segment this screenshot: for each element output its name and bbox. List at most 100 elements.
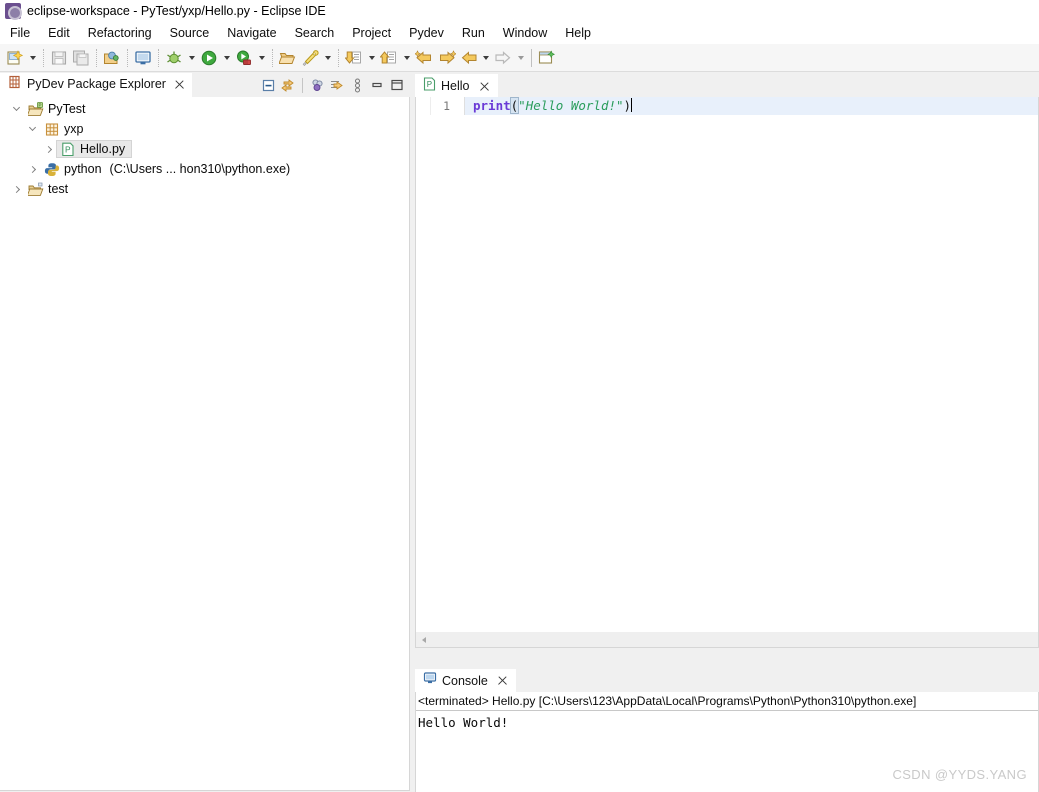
- editor-stack: P Hello 1 print("Hello World!"): [415, 73, 1039, 661]
- debug-dropdown-arrow-icon[interactable]: [185, 47, 198, 69]
- tree-item-hit-area[interactable]: PPyTest: [24, 100, 93, 118]
- filter-members-icon[interactable]: [307, 75, 327, 95]
- tab-pydev-package-explorer[interactable]: PyDev Package Explorer: [0, 73, 192, 97]
- code-text[interactable]: print("Hello World!"): [465, 97, 1038, 115]
- menu-refactoring[interactable]: Refactoring: [79, 24, 161, 42]
- previous-annotation-arrow-icon[interactable]: [400, 47, 413, 69]
- next-annotation-icon[interactable]: [343, 47, 365, 69]
- python-project-icon: P: [27, 101, 44, 117]
- python-file-icon: P: [423, 77, 436, 96]
- tree-item-hit-area[interactable]: PHello.py: [56, 140, 132, 158]
- menu-edit[interactable]: Edit: [39, 24, 79, 42]
- menu-window[interactable]: Window: [494, 24, 556, 42]
- toolbar-separator: [302, 78, 303, 93]
- close-icon[interactable]: [173, 78, 186, 91]
- watermark: CSDN @YYDS.YANG: [892, 767, 1027, 782]
- editor-tab-bar: P Hello: [415, 73, 1039, 97]
- tree-item-hit-area[interactable]: python(C:\Users ... hon310\python.exe): [40, 160, 297, 178]
- forward-icon[interactable]: [492, 47, 514, 69]
- eclipse-ide-window: eclipse-workspace - PyTest/yxp/Hello.py …: [0, 0, 1039, 792]
- next-annotation-arrow-icon[interactable]: [365, 47, 378, 69]
- new-wizard-dropdown-arrow-icon[interactable]: [26, 47, 39, 69]
- tree-item-hit-area[interactable]: yxp: [40, 120, 90, 138]
- toolbar-separator: [127, 49, 128, 67]
- tree-item-label: python: [64, 161, 102, 177]
- next-edit-location-icon[interactable]: [435, 47, 457, 69]
- chevron-right-icon[interactable]: [8, 180, 24, 198]
- title-bar: eclipse-workspace - PyTest/yxp/Hello.py …: [0, 0, 1039, 22]
- close-icon[interactable]: [496, 674, 509, 687]
- focus-on-active-task-icon[interactable]: [327, 75, 347, 95]
- tree-item-hello-py[interactable]: PHello.py: [0, 139, 409, 159]
- debug-icon[interactable]: [163, 47, 185, 69]
- chevron-right-icon[interactable]: [24, 160, 40, 178]
- previous-annotation-icon[interactable]: [378, 47, 400, 69]
- tab-console[interactable]: Console: [415, 669, 516, 692]
- tree-item-python[interactable]: python(C:\Users ... hon310\python.exe): [0, 159, 409, 179]
- coverage-icon[interactable]: [233, 47, 255, 69]
- menu-file[interactable]: File: [0, 24, 39, 42]
- back-dropdown-arrow-icon[interactable]: [479, 47, 492, 69]
- tree-item-label: yxp: [64, 121, 83, 137]
- chevron-down-icon[interactable]: [24, 120, 40, 138]
- last-edit-location-icon[interactable]: [413, 47, 435, 69]
- package-explorer-tree[interactable]: PPyTest yxp PHello.py python(C:\Users ... h…: [0, 97, 410, 791]
- open-console-icon[interactable]: [132, 47, 154, 69]
- menu-bar: FileEditRefactoringSourceNavigateSearchP…: [0, 22, 1039, 44]
- chevron-down-icon[interactable]: [8, 100, 24, 118]
- editor-tab-label: Hello: [441, 79, 470, 93]
- open-resource-icon[interactable]: [277, 47, 299, 69]
- eclipse-icon: [5, 3, 21, 19]
- pydev-package-icon[interactable]: [299, 47, 321, 69]
- new-wizard-icon[interactable]: [4, 47, 26, 69]
- menu-pydev[interactable]: Pydev: [400, 24, 453, 42]
- save-icon[interactable]: [48, 47, 70, 69]
- coverage-dropdown-arrow-icon[interactable]: [255, 47, 268, 69]
- annotation-ruler[interactable]: [416, 97, 431, 115]
- menu-help[interactable]: Help: [556, 24, 600, 42]
- close-icon[interactable]: [478, 80, 491, 93]
- line-number: 1: [431, 97, 453, 115]
- link-with-editor-icon[interactable]: [278, 75, 298, 95]
- menu-navigate[interactable]: Navigate: [218, 24, 285, 42]
- console-icon: [423, 671, 437, 690]
- folding-ruler[interactable]: [453, 97, 465, 115]
- tree-item-hit-area[interactable]: test: [24, 180, 75, 198]
- code-editor[interactable]: 1 print("Hello World!"): [415, 97, 1039, 648]
- tree-item-yxp[interactable]: yxp: [0, 119, 409, 139]
- code-token-paren: ): [624, 98, 632, 113]
- menu-source[interactable]: Source: [161, 24, 219, 42]
- toolbar-separator: [272, 49, 273, 67]
- save-all-icon[interactable]: [70, 47, 92, 69]
- tree-item-pytest[interactable]: PPyTest: [0, 99, 409, 119]
- back-icon[interactable]: [457, 47, 479, 69]
- view-menu-icon[interactable]: [347, 75, 367, 95]
- run-icon[interactable]: [198, 47, 220, 69]
- package-explorer-icon: [8, 75, 22, 94]
- menu-search[interactable]: Search: [286, 24, 344, 42]
- tree-item-label: PyTest: [48, 101, 86, 117]
- editor-and-console-area: P Hello 1 print("Hello World!"): [412, 73, 1039, 792]
- pydev-dropdown-arrow-icon[interactable]: [321, 47, 334, 69]
- scroll-left-arrow-icon[interactable]: [416, 632, 432, 647]
- toolbar-separator: [531, 49, 532, 67]
- forward-dropdown-arrow-icon[interactable]: [514, 47, 527, 69]
- editor-horizontal-scrollbar[interactable]: [416, 632, 1038, 647]
- menu-run[interactable]: Run: [453, 24, 494, 42]
- menu-project[interactable]: Project: [343, 24, 400, 42]
- code-line[interactable]: 1 print("Hello World!"): [416, 97, 1038, 115]
- collapse-all-icon[interactable]: [258, 75, 278, 95]
- run-dropdown-arrow-icon[interactable]: [220, 47, 233, 69]
- source-folder-icon: [43, 121, 60, 137]
- toolbar-separator: [96, 49, 97, 67]
- maximize-view-icon[interactable]: [387, 75, 407, 95]
- package-explorer-tab-label: PyDev Package Explorer: [27, 77, 166, 91]
- minimize-view-icon[interactable]: [367, 75, 387, 95]
- open-type-icon[interactable]: [101, 47, 123, 69]
- chevron-right-icon[interactable]: [40, 140, 56, 158]
- main-toolbar: [0, 44, 1039, 72]
- tree-item-test[interactable]: test: [0, 179, 409, 199]
- new-window-icon[interactable]: [536, 47, 558, 69]
- tab-hello-py[interactable]: P Hello: [415, 74, 498, 97]
- python-interpreter-icon: [43, 161, 60, 177]
